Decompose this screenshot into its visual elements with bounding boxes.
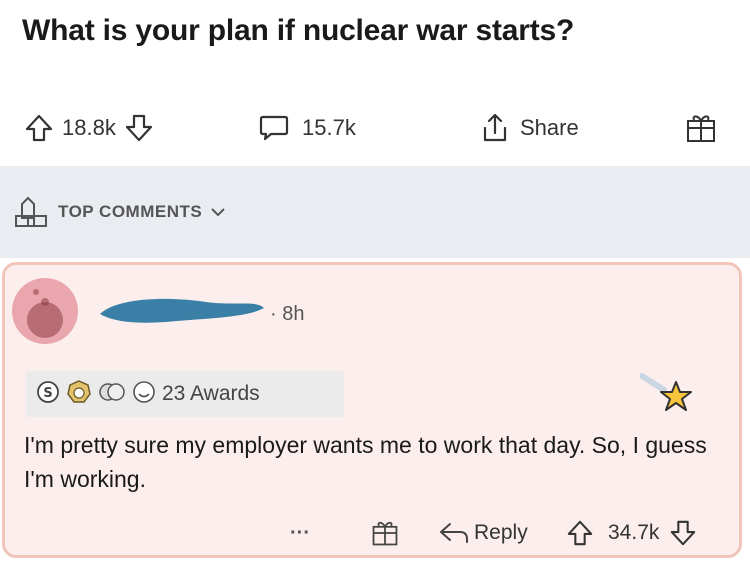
reply-icon [438,520,470,546]
more-label: ··· [290,521,310,544]
award-comment-button[interactable] [370,515,400,551]
redacted-username [96,288,268,332]
gift-icon [684,111,718,145]
sort-label: TOP COMMENTS [58,202,203,221]
comment-score: 34.7k [608,521,660,544]
upvote-icon[interactable] [24,113,54,143]
reply-button[interactable]: Reply [438,515,528,551]
star-award-icon [639,373,692,411]
wholesome-award-icon [132,380,156,409]
gift-icon [370,518,400,548]
rocket-icon [14,196,48,228]
post-action-bar: 18.8k 15.7k Share [0,92,750,164]
comments-button[interactable]: 15.7k [258,110,356,146]
comment-count: 15.7k [302,115,356,140]
give-award-button[interactable] [639,370,700,423]
avatar[interactable] [12,278,78,344]
share-label: Share [520,115,579,140]
downvote-icon[interactable] [124,113,154,143]
post-title: What is your plan if nuclear war starts? [22,14,575,47]
post-vote-group: 18.8k [24,110,154,146]
helpful-award-icon [66,379,92,410]
award-post-button[interactable] [684,110,718,146]
upvote-icon[interactable] [566,519,594,547]
sort-comments-dropdown[interactable]: TOP COMMENTS [14,196,226,228]
more-options-button[interactable]: ··· [290,515,310,551]
awards-bar[interactable]: S 23 Awards [26,371,344,417]
comment-vote-group: 34.7k [566,515,697,551]
share-button[interactable]: Share [480,110,579,146]
awards-count: 23 Awards [162,382,260,405]
comment-time: · 8h [270,303,305,325]
faces-award-icon [98,380,126,409]
snoo-icon [27,289,63,338]
reply-label: Reply [474,521,528,544]
silver-award-icon: S [36,380,60,409]
svg-text:S: S [43,386,52,401]
comment-icon [258,113,290,143]
comment-body: I'm pretty sure my employer wants me to … [24,432,707,492]
share-icon [480,112,510,144]
downvote-icon[interactable] [669,519,697,547]
post-upvote-count: 18.8k [62,115,116,140]
chevron-down-icon [210,206,226,218]
